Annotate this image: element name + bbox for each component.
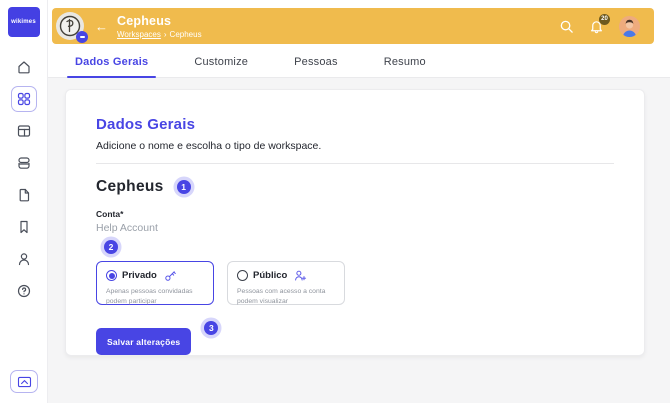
- option-publico[interactable]: Público Pessoas com acesso a conta podem…: [227, 261, 345, 305]
- sidebar-item-database[interactable]: [0, 147, 48, 179]
- apps-grid-icon: [16, 91, 32, 107]
- key-icon: [164, 269, 177, 282]
- workspace-logo[interactable]: [55, 11, 85, 41]
- breadcrumb: Workspaces › Cepheus: [117, 30, 202, 39]
- privado-label: Privado: [122, 270, 157, 281]
- breadcrumb-workspaces-link[interactable]: Workspaces: [117, 30, 161, 39]
- save-row: Salvar alterações 3: [96, 328, 614, 355]
- search-button[interactable]: [559, 19, 574, 34]
- privado-radio[interactable]: [106, 270, 117, 281]
- header-strip: ← Cepheus Workspaces › Cepheus 20: [48, 0, 670, 46]
- bookmark-icon: [16, 219, 32, 235]
- workspace-name-row: Cepheus 1: [96, 178, 614, 196]
- title-block: Cepheus Workspaces › Cepheus: [117, 14, 202, 39]
- option-publico-head: Público: [237, 269, 335, 282]
- sidebar-item-boards[interactable]: [0, 115, 48, 147]
- sidebar-bottom: [0, 370, 48, 393]
- avatar-person-icon: [619, 16, 640, 37]
- option-privado[interactable]: Privado Apenas pessoas convidadas podem …: [96, 261, 214, 305]
- option-privado-head: Privado: [106, 269, 204, 282]
- sidebar: wikimes: [0, 0, 48, 403]
- brand-logo-text: wikimes: [11, 19, 36, 25]
- tab-pessoas[interactable]: Pessoas: [294, 56, 338, 77]
- page-title: Cepheus: [117, 14, 202, 28]
- database-icon: [16, 155, 32, 171]
- notification-count-badge: 20: [599, 14, 610, 25]
- publico-label: Público: [253, 270, 287, 281]
- sidebar-item-bookmarks[interactable]: [0, 211, 48, 243]
- sidebar-item-display[interactable]: [10, 370, 38, 393]
- general-data-card: Dados Gerais Adicione o nome e escolha o…: [65, 89, 645, 356]
- breadcrumb-current: Cepheus: [170, 30, 202, 39]
- header-actions: 20: [559, 16, 640, 37]
- home-icon: [16, 59, 32, 75]
- section-title: Dados Gerais: [96, 116, 614, 133]
- publico-radio[interactable]: [237, 270, 248, 281]
- display-icon: [17, 376, 32, 388]
- app-window: wikimes: [0, 0, 670, 403]
- tab-bar: Dados Gerais Customize Pessoas Resumo: [48, 46, 670, 78]
- step-3-badge: 3: [204, 321, 218, 335]
- back-button[interactable]: ←: [95, 20, 108, 33]
- user-icon: [16, 251, 32, 267]
- main-pane: ← Cepheus Workspaces › Cepheus 20: [48, 0, 670, 403]
- user-add-icon: [294, 269, 307, 282]
- publico-description: Pessoas com acesso a conta podem visuali…: [237, 287, 335, 307]
- help-icon: [16, 283, 32, 299]
- account-label: Conta*: [96, 209, 614, 219]
- account-value: Help Account: [96, 222, 614, 234]
- sidebar-item-apps[interactable]: [0, 83, 48, 115]
- step-1-badge: 1: [177, 180, 191, 194]
- sidebar-nav: [0, 51, 47, 307]
- edit-logo-badge[interactable]: [76, 31, 88, 43]
- tab-dados-gerais[interactable]: Dados Gerais: [75, 56, 148, 77]
- brand-logo: wikimes: [8, 7, 40, 37]
- content-area: Dados Gerais Adicione o nome e escolha o…: [48, 78, 670, 403]
- save-button[interactable]: Salvar alterações: [96, 328, 191, 355]
- visibility-options: Privado Apenas pessoas convidadas podem …: [96, 261, 614, 305]
- notifications-button[interactable]: 20: [589, 19, 604, 34]
- document-icon: [16, 187, 32, 203]
- divider: [96, 163, 614, 164]
- tab-customize[interactable]: Customize: [194, 56, 248, 77]
- step-2-badge: 2: [104, 240, 118, 254]
- section-subtitle: Adicione o nome e escolha o tipo de work…: [96, 140, 614, 152]
- sidebar-item-home[interactable]: [0, 51, 48, 83]
- sidebar-item-documents[interactable]: [0, 179, 48, 211]
- sidebar-item-help[interactable]: [0, 275, 48, 307]
- workspace-header: ← Cepheus Workspaces › Cepheus 20: [52, 8, 654, 44]
- user-avatar[interactable]: [619, 16, 640, 37]
- breadcrumb-separator: ›: [164, 30, 167, 39]
- step-2-wrap: 2: [104, 240, 614, 254]
- privado-description: Apenas pessoas convidadas podem particip…: [106, 287, 204, 307]
- board-icon: [16, 123, 32, 139]
- tab-resumo[interactable]: Resumo: [384, 56, 426, 77]
- search-icon: [559, 19, 574, 34]
- sidebar-item-users[interactable]: [0, 243, 48, 275]
- workspace-name: Cepheus: [96, 178, 164, 196]
- active-item-frame: [11, 86, 37, 112]
